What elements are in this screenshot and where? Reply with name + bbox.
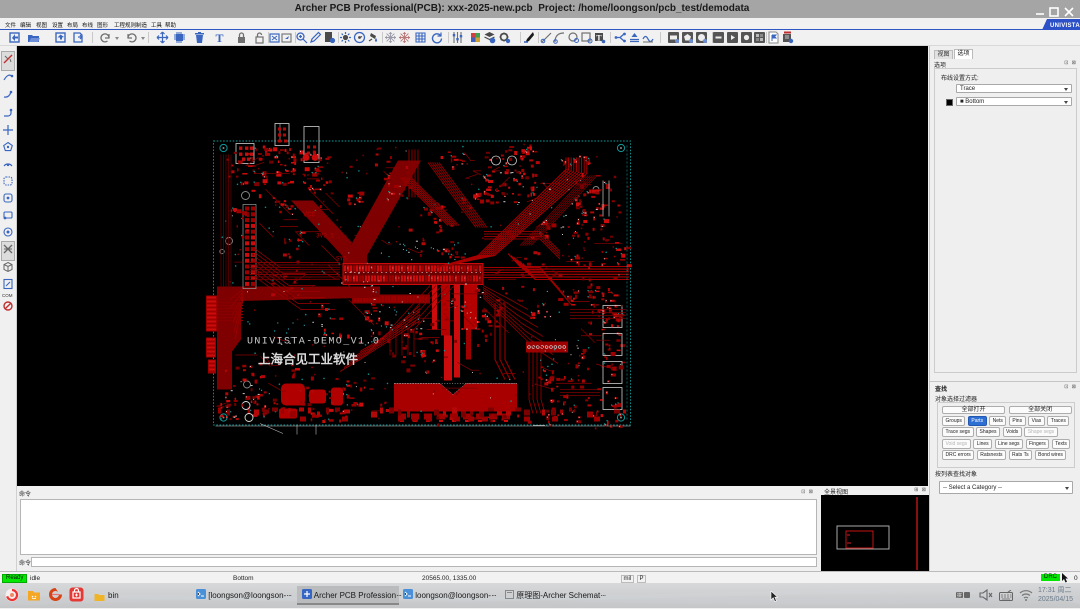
svg-text:T: T xyxy=(215,31,223,44)
svg-text:UNIVISTA: UNIVISTA xyxy=(1050,23,1080,29)
svg-text:上海合见工业软件: 上海合见工业软件 xyxy=(258,352,359,367)
svg-text:VCC: VCC xyxy=(303,212,316,220)
svg-text:拼: 拼 xyxy=(957,592,962,599)
svg-text:UNIVISTA-DEMO_V1.0: UNIVISTA-DEMO_V1.0 xyxy=(247,337,380,348)
svg-text:3V3_S: 3V3_S xyxy=(316,233,334,240)
svg-text:T: T xyxy=(596,34,602,43)
